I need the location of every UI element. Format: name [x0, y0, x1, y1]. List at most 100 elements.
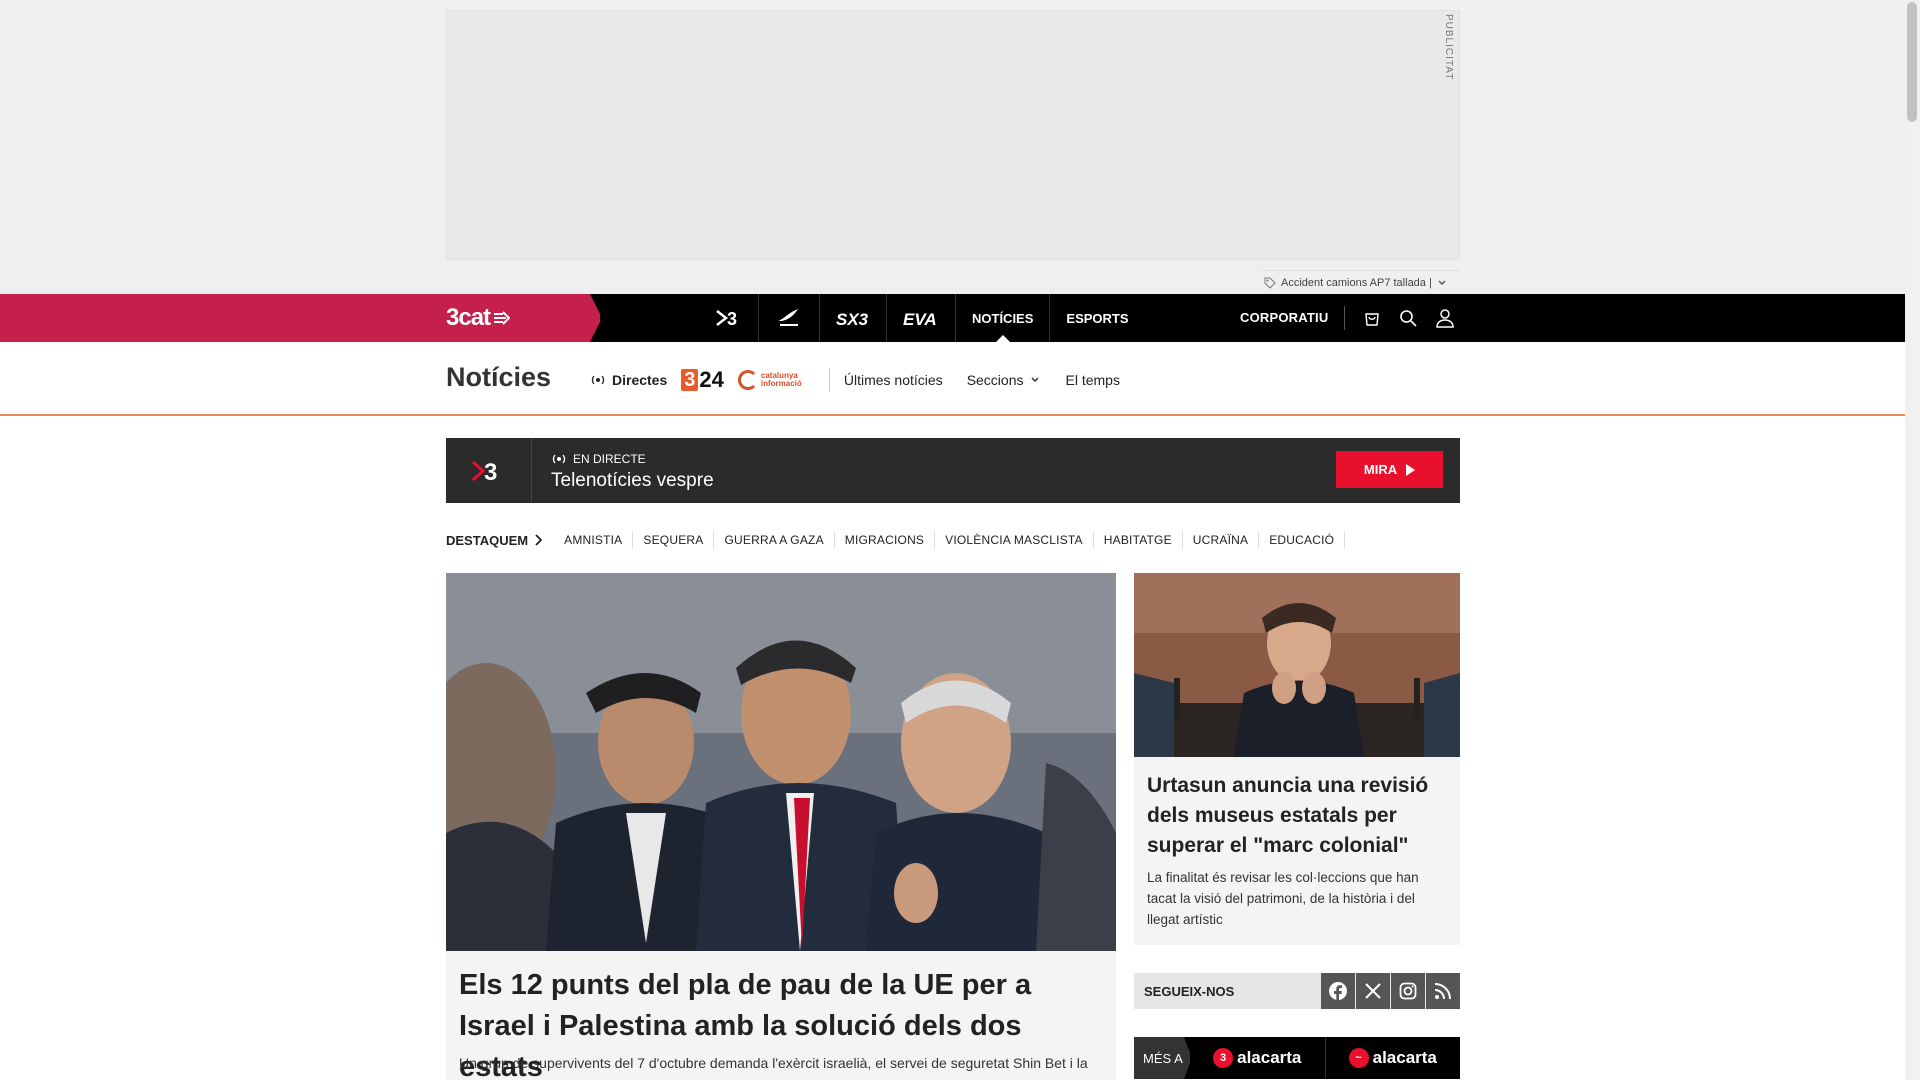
play-icon: [1406, 463, 1416, 476]
section-nav: Directes 3 24 catalunya informació Últim…: [590, 364, 1120, 396]
news-photo: [1134, 573, 1460, 757]
chevron-right-icon: [535, 534, 543, 546]
svg-text:EVA: EVA: [903, 310, 937, 328]
ci-circle-icon: [737, 370, 758, 390]
ad-area: PUBLICITAT Accident camions AP7 tallada …: [0, 0, 1905, 294]
topic-educacio[interactable]: EDUCACIÓ: [1259, 531, 1346, 549]
tv3-logo-icon: 3: [716, 309, 737, 328]
top-right-actions: CORPORATIU: [1240, 294, 1455, 342]
scrollbar-thumb[interactable]: [1907, 2, 1917, 122]
directes-label: Directes: [612, 372, 668, 388]
destaquem-label[interactable]: DESTAQUEM: [446, 532, 543, 548]
tv3-alacarta-link[interactable]: 3 alacarta: [1190, 1037, 1325, 1079]
news-photo: [446, 573, 1116, 951]
social-follow: SEGUEIX-NOS: [1134, 973, 1460, 1009]
tv3-badge-icon: 3: [1213, 1048, 1234, 1068]
social-label: SEGUEIX-NOS: [1144, 983, 1235, 999]
topic-sequera[interactable]: SEQUERA: [633, 531, 715, 549]
324-badge: 3: [681, 369, 699, 391]
alacarta-bar: MÉS A 3 alacarta ~ alacarta: [1134, 1037, 1460, 1079]
live-program-title: Telenotícies vespre: [551, 470, 714, 491]
nav-esports[interactable]: ESPORTS: [1050, 294, 1144, 342]
rss-button[interactable]: [1426, 973, 1460, 1009]
instagram-button[interactable]: [1391, 973, 1425, 1009]
watch-button-label: MIRA: [1363, 462, 1398, 477]
page-title[interactable]: Notícies: [446, 362, 551, 393]
catradio-logo-icon: [778, 309, 798, 326]
topic-violencia-masclista[interactable]: VIOLÈNCIA MASCLISTA: [935, 531, 1094, 549]
brand-name: 3cat: [446, 304, 491, 331]
channel-eva[interactable]: EVA: [887, 294, 956, 342]
channel-catradio[interactable]: [759, 294, 820, 342]
alacarta-label: alacarta: [1237, 1048, 1302, 1067]
topic-guerra-gaza[interactable]: GUERRA A GAZA: [714, 531, 835, 549]
instagram-icon: [1399, 982, 1417, 1000]
search-icon[interactable]: [1399, 309, 1418, 327]
broadcast-icon: [591, 375, 605, 385]
rss-icon: [1434, 983, 1451, 1000]
catradio-alacarta-link[interactable]: ~ alacarta: [1324, 1037, 1461, 1079]
topic-ucraina[interactable]: UCRAÏNA: [1183, 531, 1260, 549]
sx3-logo-icon: SX3: [836, 310, 869, 328]
directes-link[interactable]: Directes: [590, 372, 667, 388]
watch-live-button[interactable]: MIRA: [1336, 451, 1443, 488]
top-navigation: 3cat 3 SX3 EVA NOTÍCIES ESPORTS CORPORAT…: [0, 294, 1905, 342]
topic-migracions[interactable]: MIGRACIONS: [835, 531, 936, 549]
main-article-image[interactable]: [446, 573, 1116, 951]
seccions-label: Seccions: [966, 372, 1024, 388]
el-temps-link[interactable]: El temps: [1066, 372, 1120, 388]
catradio-badge-icon: ~: [1348, 1048, 1369, 1068]
ad-news-ticker[interactable]: Accident camions AP7 tallada |: [1262, 270, 1460, 294]
divider: [828, 368, 830, 392]
324-logo[interactable]: 3 24: [681, 367, 724, 393]
svg-text:3: 3: [727, 309, 737, 328]
svg-text:SX3: SX3: [836, 310, 869, 328]
topic-habitatge[interactable]: HABITATGE: [1094, 531, 1183, 549]
3cat-logo[interactable]: 3cat: [446, 304, 511, 332]
x-icon: [1365, 983, 1381, 999]
live-banner[interactable]: 3 EN DIRECTE Telenotícies vespre MIRA: [446, 438, 1460, 503]
user-icon[interactable]: [1435, 308, 1455, 328]
live-channel-logo: 3: [446, 438, 532, 503]
channel-list: 3 SX3 EVA NOTÍCIES ESPORTS: [700, 294, 1145, 342]
tv3-logo-icon: 3: [471, 459, 497, 484]
facebook-button[interactable]: [1321, 973, 1355, 1009]
facebook-icon: [1329, 982, 1347, 1001]
tag-icon: [1264, 277, 1276, 289]
nav-noticies[interactable]: NOTÍCIES: [956, 294, 1051, 342]
chevron-down-icon[interactable]: [1437, 278, 1447, 288]
ci-label: catalunya informació: [760, 371, 802, 388]
ticker-text: Accident camions AP7 tallada |: [1281, 276, 1432, 289]
channel-tv3[interactable]: 3: [700, 294, 759, 342]
x-button[interactable]: [1356, 973, 1390, 1009]
svg-text:3: 3: [484, 459, 497, 484]
broadcast-icon: [552, 454, 566, 464]
ad-label: PUBLICITAT: [1443, 14, 1454, 81]
mes-a-label: MÉS A: [1134, 1037, 1190, 1079]
scrollbar-track[interactable]: [1905, 0, 1920, 1080]
side-article-card[interactable]: Urtasun anuncia una revisió dels museus …: [1134, 757, 1460, 945]
side-article-image[interactable]: [1134, 573, 1460, 757]
eva-logo-icon: EVA: [903, 310, 937, 328]
main-article-card[interactable]: Els 12 punts del pla de pau de la UE per…: [446, 951, 1116, 1080]
channel-sx3[interactable]: SX3: [820, 294, 887, 342]
catalunya-informacio-logo[interactable]: catalunya informació: [737, 370, 815, 390]
topic-amnistia[interactable]: AMNISTIA: [554, 531, 634, 549]
brand-arrow-icon: [494, 311, 511, 325]
chevron-down-icon: [1030, 377, 1039, 383]
ultimes-noticies-link[interactable]: Últimes notícies: [844, 372, 943, 388]
ad-banner[interactable]: [446, 10, 1460, 260]
side-article-headline[interactable]: Urtasun anuncia una revisió dels museus …: [1147, 771, 1447, 861]
featured-topics: DESTAQUEM AMNISTIA SEQUERA GUERRA A GAZA…: [446, 530, 1346, 550]
side-article-summary: La finalitat és revisar les col·leccions…: [1147, 870, 1419, 927]
324-label: 24: [699, 367, 724, 392]
main-article-summary: Un grup de supervivents del 7 d'octubre …: [459, 1055, 1088, 1071]
destaquem-text: DESTAQUEM: [446, 532, 529, 548]
live-tag-label: EN DIRECTE: [573, 452, 646, 466]
section-header: Notícies Directes 3 24 catalunya informa…: [0, 342, 1905, 416]
alacarta-label: alacarta: [1372, 1048, 1437, 1067]
shopping-bag-icon[interactable]: [1363, 309, 1381, 327]
seccions-dropdown[interactable]: Seccions: [967, 372, 1040, 388]
live-tag: EN DIRECTE: [551, 452, 646, 466]
corporatiu-link[interactable]: CORPORATIU: [1240, 306, 1346, 330]
